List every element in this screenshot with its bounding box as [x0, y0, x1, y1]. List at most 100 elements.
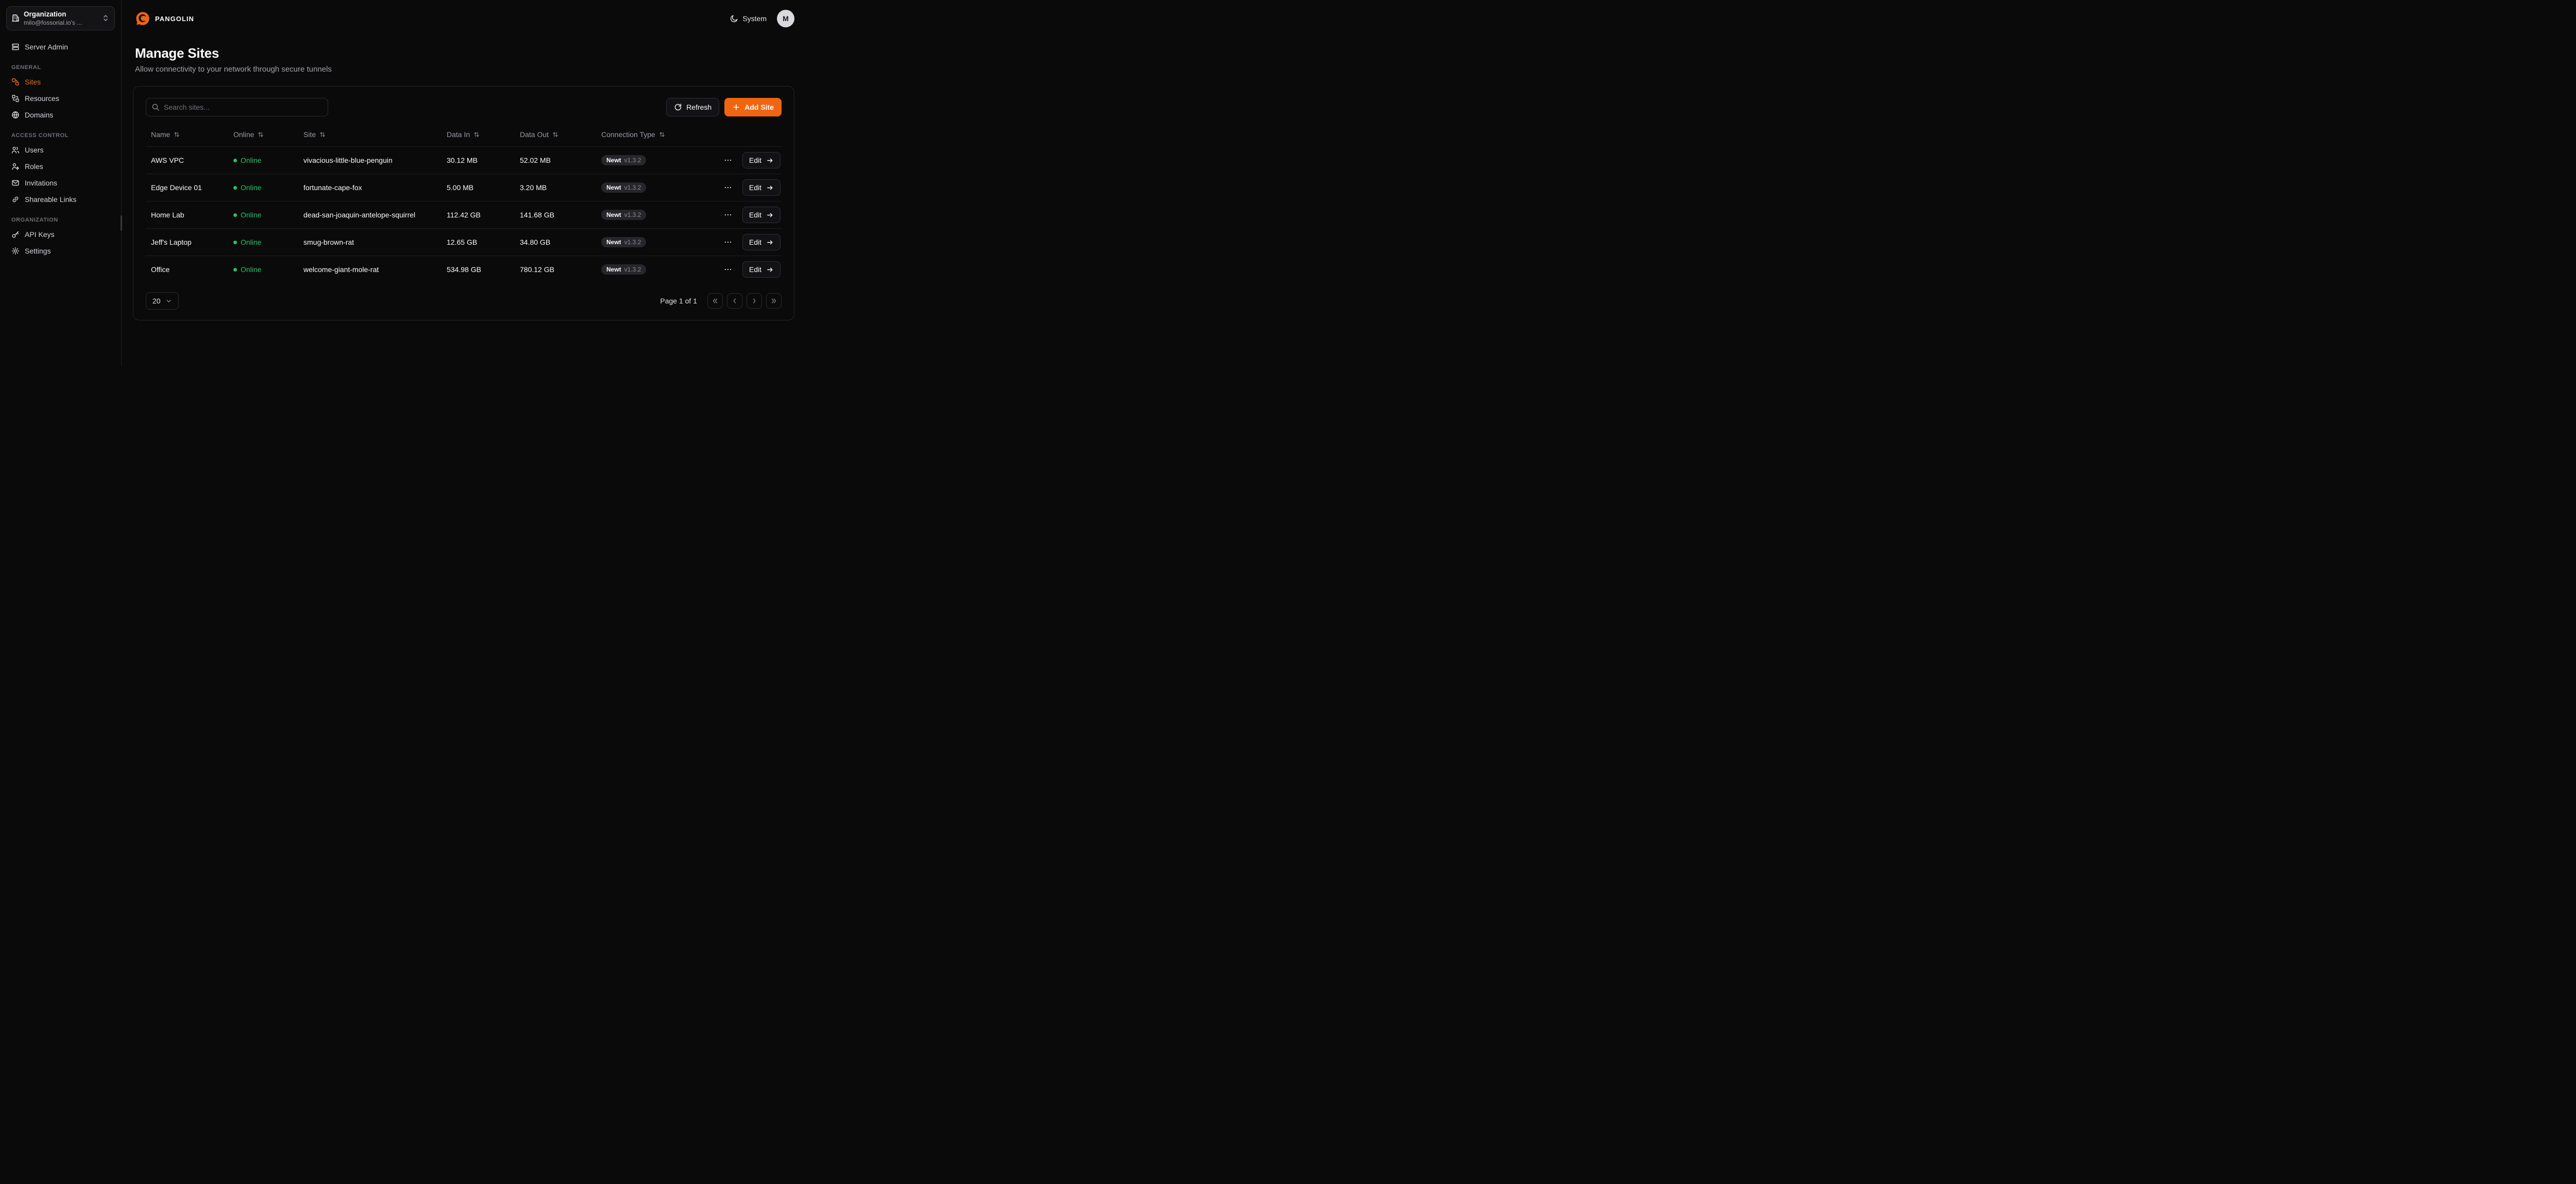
sort-icon	[257, 131, 264, 138]
edit-button[interactable]: Edit	[742, 207, 781, 223]
key-icon	[11, 230, 20, 239]
theme-label: System	[742, 14, 767, 23]
chevrons-up-down-icon	[101, 14, 110, 22]
connection-type-name: Newt	[606, 239, 621, 245]
globe-icon	[11, 111, 20, 119]
edit-label: Edit	[749, 265, 761, 274]
row-menu-button[interactable]	[722, 236, 734, 248]
row-menu-button[interactable]	[722, 263, 734, 276]
sidebar-item-label: Server Admin	[25, 43, 68, 51]
theme-toggle-button[interactable]: System	[730, 14, 767, 23]
column-header-name[interactable]: Name	[146, 130, 228, 139]
page-head: Manage Sites Allow connectivity to your …	[122, 37, 808, 76]
connection-type-badge: Newt v1.3.2	[601, 237, 646, 247]
page-size-select[interactable]: 20	[146, 292, 179, 310]
previous-page-button[interactable]	[727, 293, 742, 309]
table-row: Jeff's Laptop Online smug-brown-rat 12.6…	[146, 228, 782, 256]
edit-label: Edit	[749, 183, 761, 192]
search	[146, 98, 328, 116]
edit-button[interactable]: Edit	[742, 152, 781, 168]
org-selector[interactable]: Organization milo@fossorial.io's ...	[6, 6, 115, 30]
connection-type-version: v1.3.2	[624, 266, 641, 273]
sidebar-item-sites[interactable]: Sites	[6, 74, 115, 90]
site-id-cell: dead-san-joaquin-antelope-squirrel	[298, 211, 442, 219]
sidebar-item-users[interactable]: Users	[6, 142, 115, 158]
site-status-cell: Online	[228, 183, 298, 192]
column-header-data-in[interactable]: Data In	[442, 130, 515, 139]
sidebar-item-settings[interactable]: Settings	[6, 243, 115, 259]
edit-button[interactable]: Edit	[742, 179, 781, 196]
row-menu-button[interactable]	[722, 181, 734, 194]
data-out-cell: 52.02 MB	[515, 156, 596, 164]
table-footer: 20 Page 1 of 1	[146, 292, 782, 310]
column-header-data-out[interactable]: Data Out	[515, 130, 596, 139]
first-page-button[interactable]	[707, 293, 723, 309]
sidebar-item-resources[interactable]: Resources	[6, 90, 115, 107]
section-label-access-control: ACCESS CONTROL	[6, 132, 115, 139]
pangolin-logo-icon	[135, 11, 150, 26]
data-out-cell: 780.12 GB	[515, 265, 596, 274]
add-site-button[interactable]: Add Site	[724, 98, 782, 116]
ellipsis-icon	[724, 156, 732, 164]
sites-table: Name Online Site Data In	[146, 123, 782, 283]
connection-type-version: v1.3.2	[624, 184, 641, 191]
section-label-organization: ORGANIZATION	[6, 217, 115, 223]
link-icon	[11, 195, 20, 204]
sidebar-scrollbar-thumb[interactable]	[121, 215, 122, 231]
add-site-label: Add Site	[744, 103, 774, 111]
brand[interactable]: PANGOLIN	[135, 11, 194, 26]
brand-name: PANGOLIN	[155, 15, 194, 23]
section-label-general: GENERAL	[6, 64, 115, 71]
last-page-button[interactable]	[766, 293, 782, 309]
site-id-cell: vivacious-little-blue-penguin	[298, 156, 442, 164]
sidebar-item-domains[interactable]: Domains	[6, 107, 115, 123]
main-content: PANGOLIN System M Manage Sites Allow con…	[122, 0, 808, 366]
column-header-connection-type[interactable]: Connection Type	[596, 130, 713, 139]
table-row: Home Lab Online dead-san-joaquin-antelop…	[146, 201, 782, 228]
next-page-button[interactable]	[747, 293, 762, 309]
sort-icon	[552, 131, 559, 138]
users-icon	[11, 146, 20, 154]
ellipsis-icon	[724, 265, 732, 274]
page-info: Page 1 of 1	[660, 297, 697, 305]
column-header-online[interactable]: Online	[228, 130, 298, 139]
sites-panel: Refresh Add Site Name	[133, 86, 794, 320]
connection-type-cell: Newt v1.3.2	[596, 210, 713, 220]
sidebar-item-roles[interactable]: Roles	[6, 158, 115, 175]
connection-type-version: v1.3.2	[624, 239, 641, 245]
sidebar-item-api-keys[interactable]: API Keys	[6, 226, 115, 243]
chevron-left-icon	[731, 297, 738, 305]
sidebar-nav: Server Admin GENERAL Sites Resources Do	[6, 39, 115, 259]
site-id-cell: smug-brown-rat	[298, 238, 442, 246]
roles-icon	[11, 162, 20, 171]
site-name-cell: Office	[146, 265, 228, 274]
online-status-dot	[233, 241, 237, 244]
avatar[interactable]: M	[777, 10, 794, 27]
column-header-site[interactable]: Site	[298, 130, 442, 139]
sort-icon	[173, 131, 180, 138]
data-in-cell: 112.42 GB	[442, 211, 515, 219]
row-menu-button[interactable]	[722, 154, 734, 166]
status-label: Online	[241, 265, 261, 274]
site-status-cell: Online	[228, 265, 298, 274]
connection-type-name: Newt	[606, 157, 621, 163]
topbar: PANGOLIN System M	[122, 0, 808, 37]
search-input[interactable]	[146, 98, 328, 116]
row-menu-button[interactable]	[722, 209, 734, 221]
edit-label: Edit	[749, 156, 761, 164]
site-status-cell: Online	[228, 156, 298, 164]
sidebar-item-label: Shareable Links	[25, 195, 76, 204]
resources-icon	[11, 94, 20, 103]
sidebar-item-invitations[interactable]: Invitations	[6, 175, 115, 191]
refresh-button[interactable]: Refresh	[666, 98, 719, 116]
toolbar-actions: Refresh Add Site	[666, 98, 782, 116]
sidebar-item-shareable-links[interactable]: Shareable Links	[6, 191, 115, 208]
topbar-right: System M	[730, 10, 794, 27]
data-out-cell: 34.80 GB	[515, 238, 596, 246]
sidebar-item-label: Roles	[25, 162, 43, 171]
edit-button[interactable]: Edit	[742, 261, 781, 278]
search-icon	[151, 103, 160, 111]
plus-icon	[732, 103, 740, 111]
sidebar-item-server-admin[interactable]: Server Admin	[6, 39, 115, 55]
edit-button[interactable]: Edit	[742, 234, 781, 250]
